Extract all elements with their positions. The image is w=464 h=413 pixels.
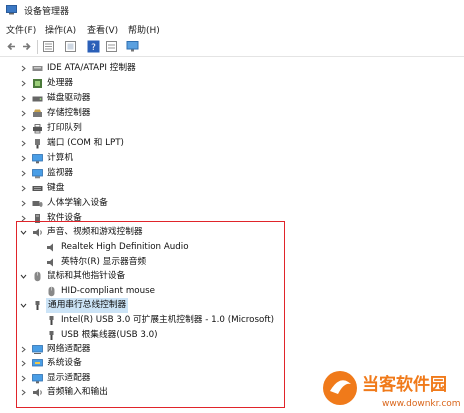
chevron-right-icon[interactable] xyxy=(20,95,27,102)
toolbar: ? xyxy=(0,38,464,57)
annotation-highlight-box xyxy=(16,221,285,408)
svg-text:?: ? xyxy=(91,43,96,53)
menu-help[interactable]: 帮助(H) xyxy=(128,23,160,36)
chevron-right-icon[interactable] xyxy=(20,110,27,117)
monitor-icon[interactable] xyxy=(126,40,139,53)
port-icon xyxy=(35,139,40,149)
disk-icon xyxy=(32,96,43,102)
chevron-right-icon[interactable] xyxy=(20,185,27,192)
view-icon[interactable] xyxy=(105,40,118,53)
tree-item-label: IDE ATA/ATAPI 控制器 xyxy=(47,63,136,73)
processor-icon xyxy=(33,79,42,88)
storage-icon xyxy=(33,109,42,117)
chevron-right-icon[interactable] xyxy=(20,200,27,207)
chevron-right-icon[interactable] xyxy=(20,155,27,162)
device-manager-icon xyxy=(6,5,17,15)
window-title: 设备管理器 xyxy=(24,7,70,17)
ide-icon xyxy=(32,66,43,71)
watermark-url: www.downkr.com xyxy=(382,399,461,409)
tree-item-label: 磁盘驱动器 xyxy=(47,93,91,103)
tree-item-label: 打印队列 xyxy=(47,123,82,133)
tree-item-label: 存储控制器 xyxy=(47,108,91,118)
watermark-logo: 当客软件园 www.downkr.com xyxy=(323,371,461,409)
tree-item-label: 监视器 xyxy=(47,168,74,178)
properties-icon[interactable] xyxy=(42,40,55,53)
back-icon[interactable] xyxy=(5,40,18,53)
toolbar-separator xyxy=(37,40,38,54)
tree-item-label: 键盘 xyxy=(47,183,65,193)
chevron-right-icon[interactable] xyxy=(20,65,27,72)
menu-action[interactable]: 操作(A) xyxy=(45,23,76,36)
keyboard-icon xyxy=(32,186,43,191)
forward-icon[interactable] xyxy=(20,40,33,53)
tree-item-label: 人体学输入设备 xyxy=(47,198,108,208)
menu-view[interactable]: 查看(V) xyxy=(87,23,118,36)
computer-icon xyxy=(32,154,43,164)
printer-icon xyxy=(33,124,42,134)
menu-bar: 文件(F) 操作(A) 查看(V) 帮助(H) xyxy=(0,21,464,37)
tree-item-label: 处理器 xyxy=(47,78,74,88)
chevron-right-icon[interactable] xyxy=(20,170,27,177)
hid-icon xyxy=(32,201,43,207)
chevron-right-icon[interactable] xyxy=(20,80,27,87)
tree-item-label: 端口 (COM 和 LPT) xyxy=(47,138,124,148)
title-bar: 设备管理器 xyxy=(0,0,464,20)
chevron-right-icon[interactable] xyxy=(20,125,27,132)
help-icon[interactable]: ? xyxy=(87,40,100,53)
show-hidden-icon[interactable] xyxy=(64,40,77,53)
chevron-right-icon[interactable] xyxy=(20,140,27,147)
menu-file[interactable]: 文件(F) xyxy=(6,23,36,36)
tree-item-label: 计算机 xyxy=(47,153,74,163)
monitor-icon xyxy=(32,169,43,179)
watermark-brand: 当客软件园 xyxy=(362,374,447,395)
